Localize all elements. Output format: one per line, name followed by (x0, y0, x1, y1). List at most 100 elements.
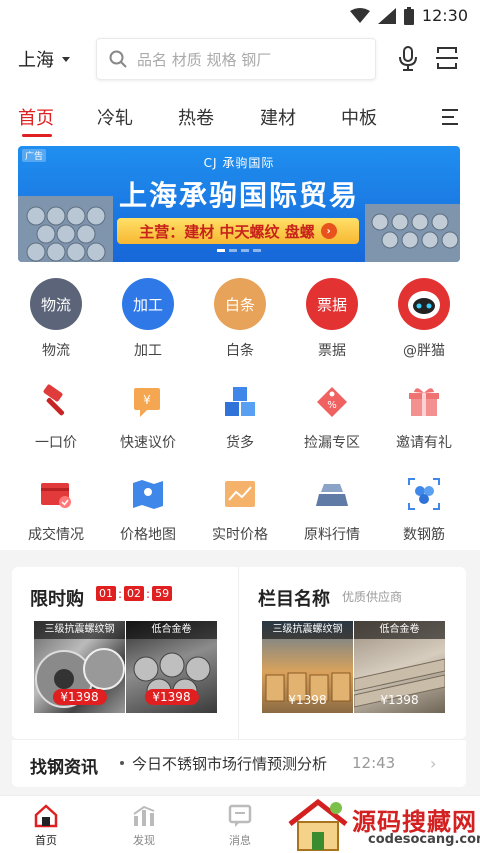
white-strip-badge: 白条 (224, 295, 255, 314)
more-categories-icon[interactable] (440, 108, 460, 126)
search-input[interactable]: 品名 材质 规格 钢厂 (96, 38, 376, 80)
arrow-right-icon: › (320, 223, 337, 239)
news-section-title: 找钢资讯 (30, 758, 98, 778)
service-label: 白条 (226, 343, 254, 359)
product-card[interactable]: 三级抗震螺纹钢 ¥1398 (34, 621, 125, 713)
service-label: 实时价格 (212, 527, 268, 543)
microphone-icon[interactable] (398, 46, 418, 72)
chevron-right-icon[interactable]: › (430, 754, 436, 773)
service-white-strip[interactable]: 白条 白条 (194, 278, 286, 360)
bills-badge: 票据 (316, 295, 347, 314)
carousel-dot (241, 249, 249, 252)
service-row-3: 成交情况 价格地图 实时价格 原料行情 数钢筋 (10, 474, 470, 544)
product-card[interactable]: 低合金卷 ¥1398 (126, 621, 217, 713)
service-label: 数钢筋 (403, 527, 445, 543)
tab-hot-coil[interactable]: 热卷 (178, 104, 214, 130)
column-title[interactable]: 栏目名称 (258, 585, 330, 611)
watermark-url: codesocang.com (368, 832, 480, 847)
robot-face-icon (408, 291, 440, 319)
caret-down-icon (62, 56, 70, 62)
tab-cold-rolled[interactable]: 冷轧 (97, 104, 133, 130)
bottom-tab-messages[interactable]: 消息 (210, 804, 270, 848)
processing-icon: 加工 (122, 278, 174, 330)
service-quick-quote[interactable]: ¥ 快速议价 (102, 382, 194, 452)
countdown-seconds: 59 (152, 586, 173, 601)
service-pangmao[interactable]: @胖猫 (378, 278, 470, 360)
service-label: 原料行情 (304, 527, 360, 543)
service-label: 捡漏专区 (304, 435, 360, 451)
bullet-icon (120, 761, 124, 765)
card-divider (238, 567, 239, 739)
service-stock[interactable]: 货多 (194, 382, 286, 452)
watermark: 源码搜藏网 codesocang.com (284, 796, 480, 853)
house-logo-icon (288, 798, 348, 851)
service-price-map[interactable]: 价格地图 (102, 474, 194, 544)
scan-icon[interactable] (436, 46, 458, 70)
service-label: 票据 (318, 343, 346, 359)
column-subtitle: 优质供应商 (342, 590, 403, 604)
search-row: 上海 品名 材质 规格 钢厂 (0, 36, 480, 82)
news-headline[interactable]: 今日不锈钢市场行情预测分析 (132, 753, 327, 774)
tab-building-materials[interactable]: 建材 (260, 104, 296, 130)
service-label: 快速议价 (120, 435, 176, 451)
product-price: ¥1398 (288, 693, 327, 707)
logistics-icon: 物流 (30, 278, 82, 330)
svg-text:%: % (327, 400, 337, 411)
product-price: ¥1398 (52, 689, 107, 705)
category-tabs: 首页 冷轧 热卷 建材 中板 (0, 104, 480, 138)
service-bargain-zone[interactable]: % 捡漏专区 (286, 382, 378, 452)
service-deals[interactable]: 成交情况 (10, 474, 102, 544)
message-icon (228, 804, 252, 827)
service-label: @胖猫 (403, 343, 445, 359)
robot-mascot-icon (398, 278, 450, 330)
home-icon (34, 804, 58, 828)
flash-sale-title[interactable]: 限时购 (30, 585, 84, 611)
status-time: 12:30 (421, 6, 468, 25)
product-card[interactable]: 三级抗震螺纹钢 ¥1398 (262, 621, 353, 713)
gift-icon (404, 382, 444, 422)
countdown-colon: : (146, 586, 151, 601)
discover-chart-icon (133, 805, 155, 826)
product-tag: 三级抗震螺纹钢 (34, 621, 125, 639)
service-count-rebar[interactable]: 数钢筋 (378, 474, 470, 544)
service-realtime-price[interactable]: 实时价格 (194, 474, 286, 544)
service-bills[interactable]: 票据 票据 (286, 278, 378, 360)
active-tab-underline (22, 134, 52, 137)
bottom-tab-label: 消息 (229, 834, 251, 847)
service-processing[interactable]: 加工 加工 (102, 278, 194, 360)
bottom-tab-home[interactable]: 首页 (16, 804, 76, 848)
banner-logo: CJ 承驹国际 (203, 156, 275, 170)
product-tag: 低合金卷 (354, 621, 445, 639)
price-tag-chat-icon: ¥ (128, 382, 168, 422)
promo-banner[interactable]: 广告 CJ 承驹国际 上海承驹国际贸易 主营：建材 中天螺纹 盘螺 › (18, 146, 460, 262)
tab-home[interactable]: 首页 (18, 104, 54, 130)
processing-badge: 加工 (132, 295, 163, 314)
countdown-timer: 01 : 02 : 59 (96, 586, 173, 601)
product-price: ¥1398 (144, 689, 199, 705)
product-card[interactable]: 低合金卷 ¥1398 (354, 621, 445, 713)
countdown-colon: : (118, 586, 123, 601)
news-bar[interactable]: 找钢资讯 今日不锈钢市场行情预测分析 12:43 › (12, 739, 466, 787)
product-price: ¥1398 (380, 693, 419, 707)
rebar-count-icon (404, 474, 444, 514)
service-invite[interactable]: 邀请有礼 (378, 382, 470, 452)
service-raw-material[interactable]: 原料行情 (286, 474, 378, 544)
countdown-minutes: 02 (124, 586, 145, 601)
carousel-dots (18, 249, 460, 252)
service-row-2: 一口价 ¥ 快速议价 货多 % 捡漏专区 邀请有礼 (10, 382, 470, 452)
city-selector[interactable]: 上海 (18, 46, 70, 72)
white-strip-icon: 白条 (214, 278, 266, 330)
tab-medium-plate[interactable]: 中板 (341, 104, 377, 130)
product-tag: 低合金卷 (126, 621, 217, 639)
banner-subtitle-text: 主营：建材 中天螺纹 盘螺 (139, 222, 315, 241)
status-bar: 12:30 (0, 0, 480, 32)
cubes-icon (220, 382, 260, 422)
service-label: 一口价 (35, 435, 77, 451)
svg-text:¥: ¥ (143, 393, 151, 407)
service-logistics[interactable]: 物流 物流 (10, 278, 102, 360)
service-fixed-price[interactable]: 一口价 (10, 382, 102, 452)
promotion-card: 限时购 01 : 02 : 59 栏目名称 优质供应商 三级抗震螺纹钢 ¥139… (12, 567, 466, 739)
battery-icon (403, 6, 414, 25)
bottom-tab-discover[interactable]: 发现 (114, 804, 174, 848)
top-panel (0, 0, 480, 550)
